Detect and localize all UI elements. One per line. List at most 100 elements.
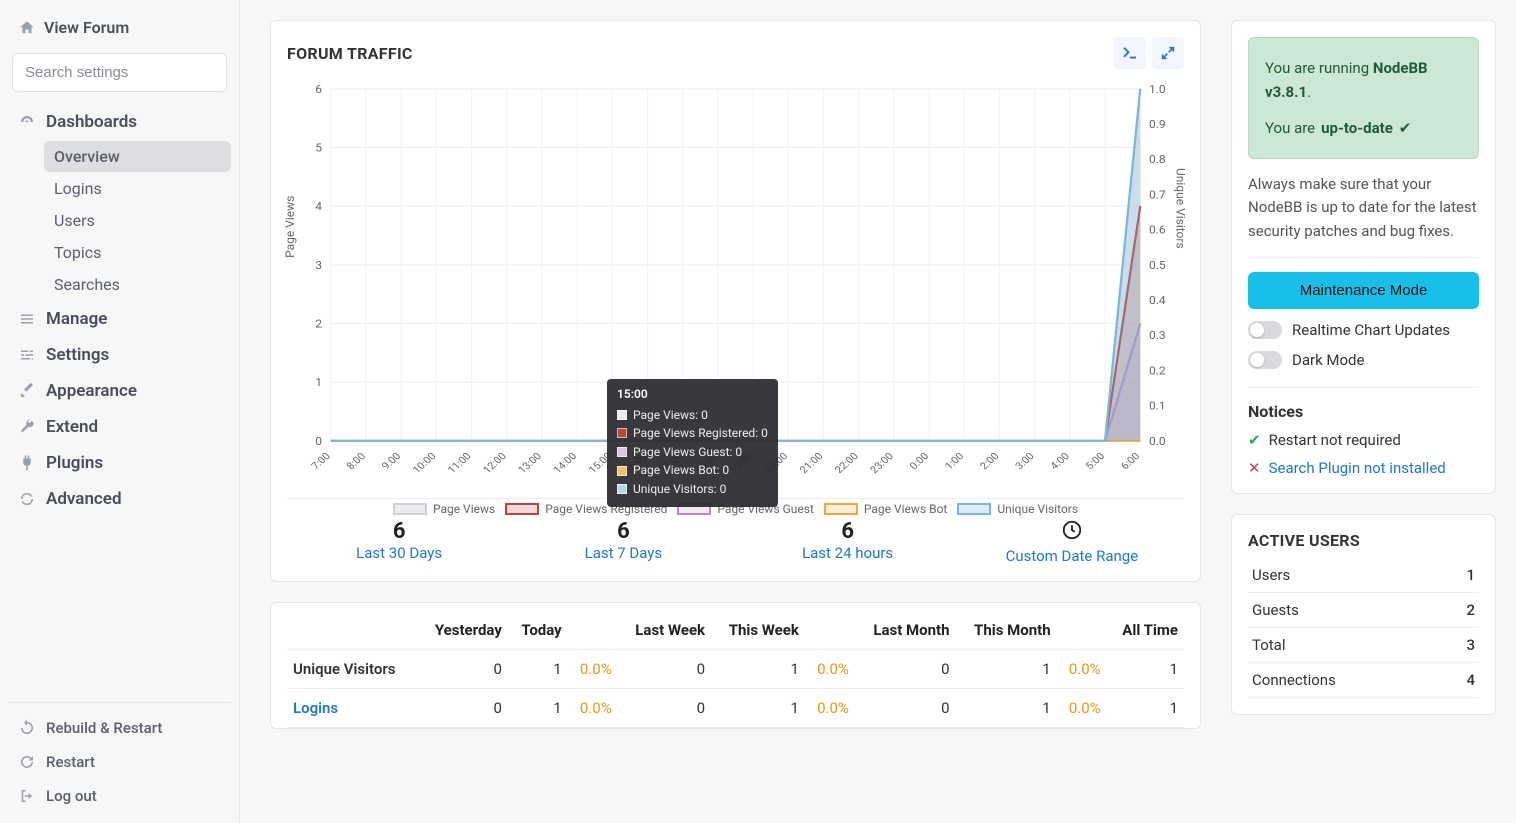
clock-icon [960, 519, 1184, 545]
terminal-icon-button[interactable] [1114, 37, 1146, 69]
search-box [12, 53, 227, 92]
notice-restart: ✔Restart not required [1248, 431, 1479, 449]
expand-icon-button[interactable] [1152, 37, 1184, 69]
stat-7days[interactable]: 6 Last 7 Days [511, 519, 735, 565]
logout[interactable]: Log out [8, 779, 231, 813]
nav-dashboards[interactable]: Dashboards [8, 104, 231, 140]
active-users-card: ACTIVE USERS Users1Guests2Total3Connecti… [1231, 514, 1496, 715]
nav-advanced[interactable]: Advanced [8, 481, 231, 517]
view-forum-label: View Forum [44, 18, 129, 37]
refresh-icon [18, 490, 36, 508]
realtime-toggle-row: Realtime Chart Updates [1248, 321, 1479, 339]
nav-searches[interactable]: Searches [44, 269, 231, 300]
home-icon [18, 19, 36, 37]
svg-text:22:00: 22:00 [832, 450, 861, 476]
svg-text:0.6: 0.6 [1149, 223, 1166, 236]
logout-label: Log out [46, 787, 97, 805]
darkmode-label: Dark Mode [1292, 351, 1364, 369]
notices-title: Notices [1248, 387, 1479, 421]
nav-plugins-label: Plugins [46, 453, 103, 473]
svg-text:21:00: 21:00 [797, 450, 826, 476]
traffic-stat-row: 6 Last 30 Days 6 Last 7 Days 6 Last 24 h… [287, 509, 1184, 565]
traffic-chart[interactable]: Page Views Unique Visitors 01234560.00.1… [287, 79, 1184, 499]
legend-item[interactable]: Page Views Bot [824, 502, 947, 516]
right-axis-label: Unique Visitors [1174, 167, 1188, 248]
nav-extend[interactable]: Extend [8, 409, 231, 445]
nav-plugins[interactable]: Plugins [8, 445, 231, 481]
svg-text:5: 5 [315, 141, 322, 154]
darkmode-toggle-row: Dark Mode [1248, 351, 1479, 369]
active-users-row: Guests2 [1248, 592, 1479, 627]
svg-text:11:00: 11:00 [445, 450, 474, 476]
svg-text:10:00: 10:00 [410, 450, 439, 476]
logout-icon [18, 787, 36, 805]
search-settings-input[interactable] [12, 53, 227, 92]
main-content: FORUM TRAFFIC Page Views Unique Visitors… [240, 0, 1516, 823]
svg-text:0.7: 0.7 [1149, 188, 1166, 201]
active-users-row: Users1 [1248, 558, 1479, 593]
nav-topics[interactable]: Topics [44, 237, 231, 268]
realtime-toggle[interactable] [1248, 321, 1282, 339]
view-forum-link[interactable]: View Forum [8, 10, 231, 45]
nav-manage-label: Manage [46, 309, 107, 329]
search-plugin-link[interactable]: Search Plugin not installed [1269, 459, 1446, 477]
stat-24hours[interactable]: 6 Last 24 hours [736, 519, 960, 565]
svg-text:0.8: 0.8 [1149, 153, 1166, 166]
custom-date-range[interactable]: Custom Date Range [960, 519, 1184, 565]
nav-overview[interactable]: Overview [44, 141, 231, 172]
svg-text:0.2: 0.2 [1149, 364, 1166, 377]
svg-text:2:00: 2:00 [977, 450, 1002, 472]
nav-appearance[interactable]: Appearance [8, 373, 231, 409]
svg-text:0.4: 0.4 [1149, 294, 1166, 307]
svg-text:3: 3 [315, 258, 322, 271]
legend-item[interactable]: Page Views [393, 502, 495, 516]
sync-icon [18, 719, 36, 737]
active-users-row: Connections4 [1248, 662, 1479, 697]
svg-text:0:00: 0:00 [907, 450, 932, 472]
svg-text:0.5: 0.5 [1149, 258, 1166, 271]
sidebar: View Forum Dashboards Overview Logins Us… [0, 0, 240, 823]
svg-text:8:00: 8:00 [344, 450, 369, 472]
version-alert: You are running NodeBB v3.8.1. You are u… [1248, 37, 1479, 159]
forum-traffic-card: FORUM TRAFFIC Page Views Unique Visitors… [270, 20, 1201, 582]
tooltip-title: 15:00 [617, 385, 768, 404]
stats-table: YesterdayTodayLast WeekThis WeekLast Mon… [287, 611, 1184, 728]
svg-text:6:00: 6:00 [1118, 450, 1143, 472]
rebuild-restart[interactable]: Rebuild & Restart [8, 711, 231, 745]
nav-users[interactable]: Users [44, 205, 231, 236]
nav-settings[interactable]: Settings [8, 337, 231, 373]
stats-table-card: YesterdayTodayLast WeekThis WeekLast Mon… [270, 602, 1201, 729]
restart-label: Restart [46, 753, 95, 771]
svg-text:0.3: 0.3 [1149, 329, 1166, 342]
maintenance-mode-button[interactable]: Maintenance Mode [1248, 272, 1479, 309]
nav-appearance-label: Appearance [46, 381, 137, 401]
list-icon [18, 310, 36, 328]
svg-text:3:00: 3:00 [1012, 450, 1037, 472]
nav-settings-label: Settings [46, 345, 109, 365]
realtime-label: Realtime Chart Updates [1292, 321, 1450, 339]
brush-icon [18, 382, 36, 400]
svg-text:23:00: 23:00 [867, 450, 896, 476]
svg-text:0: 0 [315, 434, 322, 447]
svg-text:1: 1 [315, 376, 322, 389]
check-icon: ✔ [1399, 116, 1412, 140]
darkmode-toggle[interactable] [1248, 351, 1282, 369]
svg-text:0.1: 0.1 [1149, 399, 1166, 412]
nav-manage[interactable]: Manage [8, 301, 231, 337]
svg-text:12:00: 12:00 [480, 450, 509, 476]
svg-text:4:00: 4:00 [1048, 450, 1073, 472]
svg-text:0.0: 0.0 [1149, 434, 1166, 447]
forum-traffic-title: FORUM TRAFFIC [287, 44, 413, 63]
check-icon: ✔ [1248, 431, 1261, 449]
restart[interactable]: Restart [8, 745, 231, 779]
version-card: You are running NodeBB v3.8.1. You are u… [1231, 20, 1496, 494]
row-label-link[interactable]: Logins [293, 699, 338, 717]
dashboards-submenu: Overview Logins Users Topics Searches [8, 141, 231, 300]
legend-item[interactable]: Unique Visitors [957, 502, 1078, 516]
nav-logins[interactable]: Logins [44, 173, 231, 204]
svg-text:0.9: 0.9 [1149, 118, 1166, 131]
x-icon: ✕ [1248, 459, 1261, 477]
notice-search-plugin: ✕ Search Plugin not installed [1248, 459, 1479, 477]
nav-extend-label: Extend [46, 417, 98, 437]
stat-30days[interactable]: 6 Last 30 Days [287, 519, 511, 565]
